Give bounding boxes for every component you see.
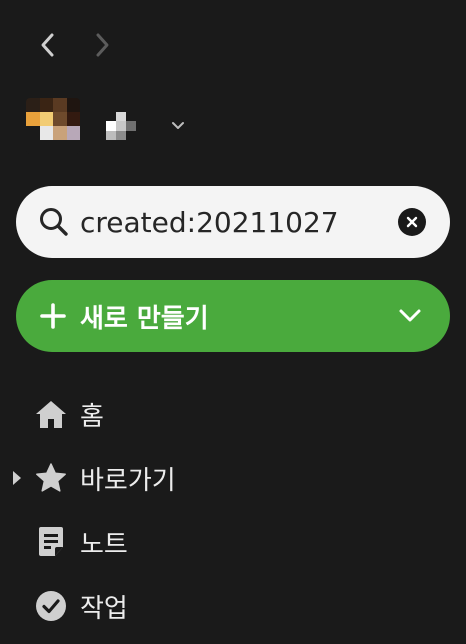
history-navigation — [34, 30, 116, 60]
account-name-pixel — [106, 130, 116, 140]
forward-button[interactable] — [90, 30, 116, 60]
plus-icon — [38, 301, 68, 331]
chevron-down-icon — [399, 309, 421, 322]
sidebar-item-label: 홈 — [80, 401, 104, 432]
account-name-pixel — [126, 130, 136, 140]
star-icon — [34, 461, 68, 495]
home-icon — [34, 397, 68, 431]
new-note-options-button[interactable] — [396, 302, 424, 330]
account-name-pixel — [116, 121, 126, 131]
account-name-pixel — [126, 121, 136, 131]
avatar-pixel — [53, 112, 67, 126]
account-chevron-button[interactable] — [170, 118, 186, 134]
account-switcher[interactable] — [26, 98, 186, 154]
avatar-pixel — [26, 112, 40, 126]
avatar-pixel — [26, 126, 40, 140]
search-icon — [36, 204, 72, 240]
sidebar-item-label: 작업 — [80, 593, 128, 624]
account-name-pixel — [106, 112, 116, 122]
clear-search-button[interactable] — [398, 208, 426, 236]
new-note-label: 새로 만들기 — [80, 303, 209, 334]
sidebar-item-label: 노트 — [80, 529, 128, 560]
note-icon — [34, 525, 68, 559]
avatar-pixel — [26, 98, 40, 112]
avatar-pixel — [53, 126, 67, 140]
account-name-pixel — [116, 130, 126, 140]
sidebar: 새로 만들기 홈 — [0, 0, 466, 644]
sidebar-item-notes[interactable]: 노트 — [0, 510, 466, 574]
account-name-pixel — [116, 112, 126, 122]
account-name-pixel — [126, 112, 136, 122]
sidebar-item-shortcuts[interactable]: 바로가기 — [0, 446, 466, 510]
sidebar-nav: 홈 바로가기 노트 작업 — [0, 382, 466, 638]
avatar-pixel — [53, 140, 67, 154]
avatar-pixel — [66, 126, 80, 140]
account-name-pixel — [106, 121, 116, 131]
avatar-pixel — [26, 140, 40, 154]
sidebar-item-tasks[interactable]: 작업 — [0, 574, 466, 638]
new-note-button[interactable]: 새로 만들기 — [16, 280, 450, 352]
sidebar-item-label: 바로가기 — [80, 465, 176, 496]
avatar-pixel — [53, 98, 67, 112]
avatar-pixel — [39, 112, 53, 126]
search-input[interactable] — [80, 202, 398, 242]
avatar-pixel — [66, 140, 80, 154]
avatar-pixel — [39, 140, 53, 154]
avatar-pixel — [39, 126, 53, 140]
account-name — [106, 112, 136, 140]
avatar — [26, 98, 80, 154]
avatar-pixel — [66, 112, 80, 126]
expand-caret-icon[interactable] — [12, 471, 22, 485]
check-circle-icon — [34, 589, 68, 623]
chevron-down-icon — [172, 122, 184, 129]
search-box[interactable] — [16, 186, 450, 258]
sidebar-item-home[interactable]: 홈 — [0, 382, 466, 446]
chevron-right-icon — [96, 33, 109, 57]
chevron-left-icon — [41, 33, 54, 57]
back-button[interactable] — [34, 30, 60, 60]
avatar-pixel — [39, 98, 53, 112]
close-icon — [406, 216, 418, 228]
avatar-pixel — [66, 98, 80, 112]
